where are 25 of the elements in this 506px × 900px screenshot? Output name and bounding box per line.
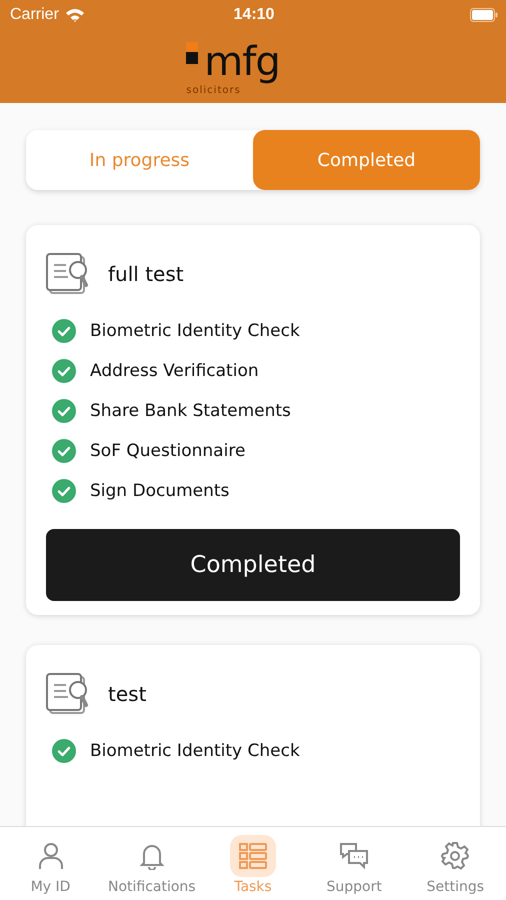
- task-label: Share Bank Statements: [90, 401, 291, 421]
- tab-label[interactable]: My ID: [30, 879, 70, 895]
- task-label: Sign Documents: [90, 481, 230, 501]
- task-label: Address Verification: [90, 361, 259, 381]
- tab-label[interactable]: Notifications: [108, 879, 196, 895]
- task-label: SoF Questionnaire: [90, 441, 246, 461]
- tab-label[interactable]: Tasks: [234, 879, 272, 895]
- carrier-label: Carrier: [10, 6, 59, 24]
- settings-icon[interactable]: [440, 841, 470, 871]
- checklist-icon[interactable]: [238, 841, 268, 871]
- bell-icon[interactable]: [138, 842, 165, 870]
- completed-button[interactable]: Completed: [46, 529, 460, 601]
- chat-bubbles-icon[interactable]: [339, 841, 370, 871]
- tab-label[interactable]: Support: [326, 879, 382, 895]
- clock-time: 14:10: [234, 6, 274, 24]
- wifi-icon: [64, 8, 85, 22]
- segment-tab[interactable]: Completed: [253, 130, 480, 190]
- person-icon[interactable]: [38, 842, 64, 870]
- card-title: test: [108, 682, 146, 706]
- logo: mfg solicitors: [186, 42, 280, 92]
- card-title: full test: [108, 262, 184, 286]
- tab-label[interactable]: Settings: [426, 879, 484, 895]
- task-label: Biometric Identity Check: [90, 741, 300, 761]
- task-label: Biometric Identity Check: [90, 321, 300, 341]
- battery-icon: [470, 8, 498, 22]
